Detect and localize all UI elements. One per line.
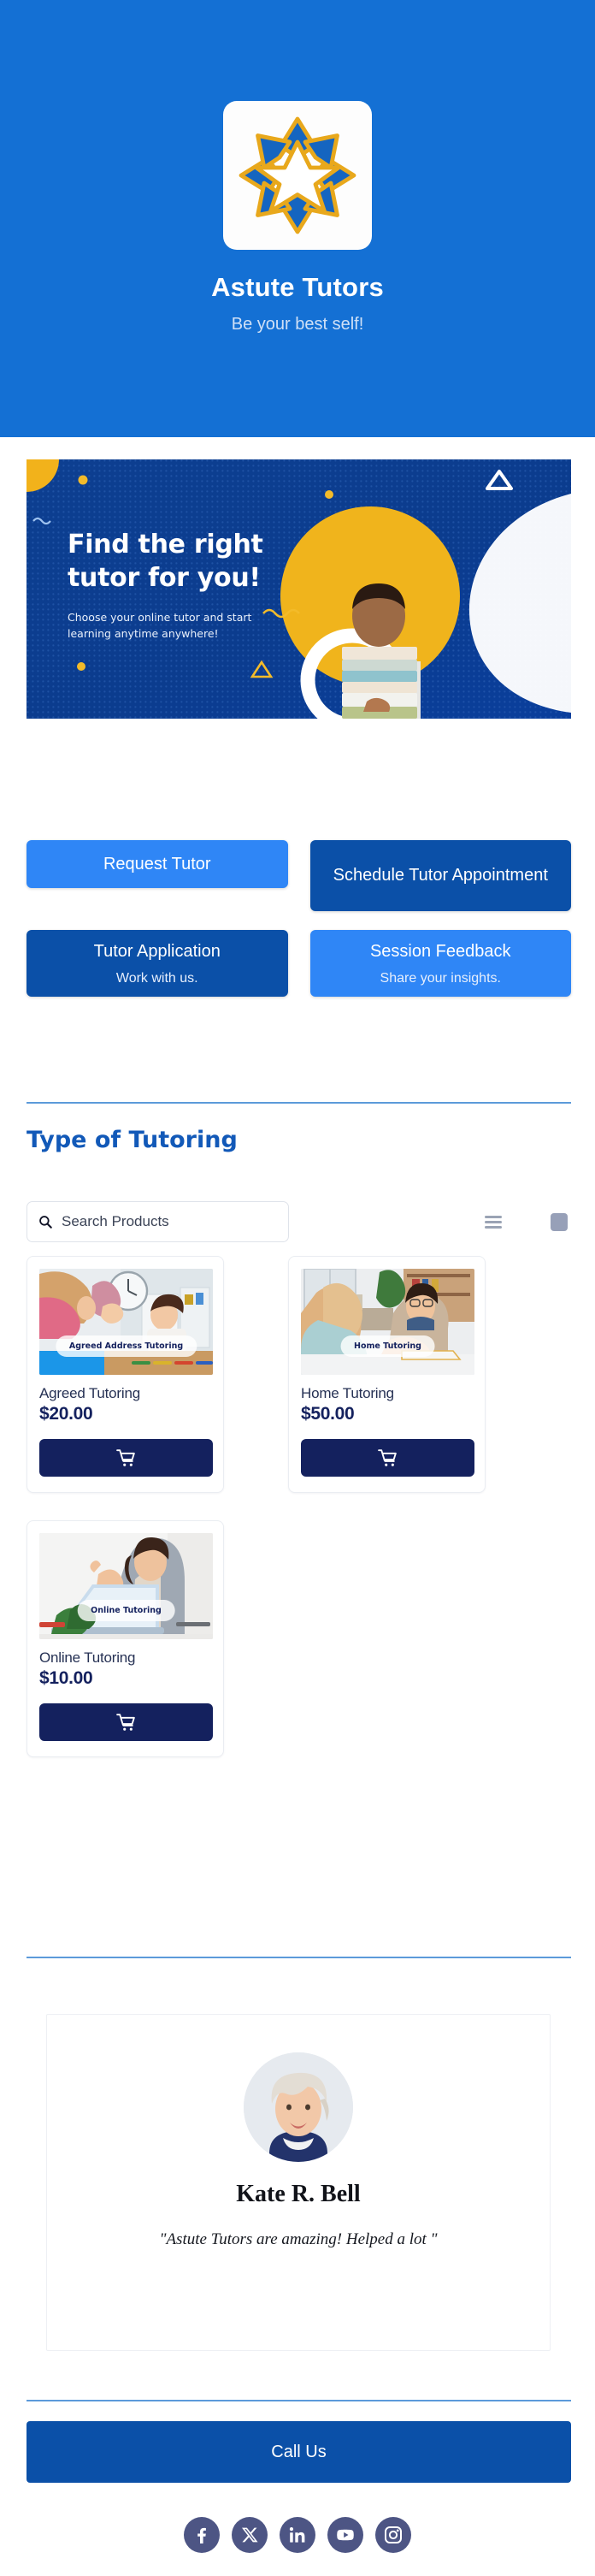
view-toggle-group [485, 1212, 571, 1231]
product-name: Agreed Tutoring [39, 1385, 140, 1401]
product-price: $20.00 [39, 1404, 93, 1424]
product-image-badge: Agreed Address Tutoring [55, 1335, 197, 1357]
user-avatar-photo [244, 2052, 353, 2162]
instagram-icon [385, 2526, 402, 2543]
product-image: Online Tutoring [39, 1533, 213, 1639]
agreed-address-tutoring-photo [39, 1269, 213, 1375]
facebook-icon [197, 2527, 206, 2543]
facebook-link[interactable] [184, 2517, 220, 2553]
request-tutor-label: Request Tutor [103, 854, 211, 873]
product-card[interactable]: Home Tutoring Home Tutoring $50.00 [288, 1256, 486, 1493]
testimonial-card: Kate R. Bell "Astute Tutors are amazing!… [46, 2014, 551, 2351]
request-tutor-button[interactable]: Request Tutor [27, 840, 288, 888]
search-box[interactable] [27, 1201, 289, 1242]
product-price: $50.00 [301, 1404, 355, 1424]
single-view-icon[interactable] [551, 1212, 568, 1231]
tutor-application-sublabel: Work with us. [115, 970, 198, 986]
hero-subtitle-line2: learning anytime anywhere! [68, 626, 219, 640]
mobile-app-page: Astute Tutors Be your best self! Find th… [0, 0, 595, 2576]
eight-point-star-logo-icon [239, 116, 356, 234]
instagram-link[interactable] [375, 2517, 411, 2553]
add-to-cart-button[interactable] [301, 1439, 474, 1477]
session-feedback-button[interactable]: Session Feedback Share your insights. [309, 930, 571, 997]
shopping-cart-icon [378, 1448, 397, 1466]
avatar [244, 2052, 353, 2162]
hero-title-line1: Find the right [68, 530, 263, 560]
grid-view-icon[interactable] [518, 1214, 534, 1230]
schedule-tutor-appointment-button[interactable]: Schedule Tutor Appointment [309, 840, 571, 911]
hero-text-block: Find the right tutor for you! Choose you… [68, 528, 324, 643]
divider-bottom [27, 2400, 571, 2401]
search-input[interactable] [62, 1213, 278, 1230]
product-image-badge: Online Tutoring [77, 1600, 175, 1621]
hero-banner[interactable]: Find the right tutor for you! Choose you… [27, 459, 571, 719]
product-image: Agreed Address Tutoring [39, 1269, 213, 1375]
list-view-icon[interactable] [485, 1215, 502, 1229]
app-title: Astute Tutors [211, 272, 384, 302]
x-twitter-icon [242, 2527, 258, 2543]
divider-middle [27, 1957, 571, 1958]
hero-title-line2: tutor for you! [68, 563, 261, 593]
session-feedback-label: Session Feedback [369, 941, 511, 961]
youtube-icon [337, 2529, 354, 2541]
search-and-view-row [27, 1201, 571, 1242]
x-twitter-link[interactable] [232, 2517, 268, 2553]
product-image: Home Tutoring [301, 1269, 474, 1375]
product-image-badge: Home Tutoring [340, 1335, 435, 1357]
product-name: Online Tutoring [39, 1649, 136, 1666]
add-to-cart-button[interactable] [39, 1703, 213, 1741]
product-grid: Agreed Address Tutoring Agreed Tutoring … [27, 1256, 571, 1757]
social-links [0, 2505, 595, 2565]
testimonial-author-name: Kate R. Bell [236, 2181, 361, 2207]
linkedin-link[interactable] [280, 2517, 315, 2553]
search-icon [39, 1216, 52, 1229]
hero-subtitle-line1: Choose your online tutor and start [68, 611, 252, 624]
shopping-cart-icon [116, 1448, 135, 1466]
section-title-type-of-tutoring: Type of Tutoring [27, 1127, 238, 1153]
product-price: $10.00 [39, 1668, 93, 1688]
home-tutoring-photo [301, 1269, 474, 1375]
online-tutoring-photo [39, 1533, 213, 1639]
quick-action-grid: Request Tutor Schedule Tutor Appointment… [27, 840, 571, 997]
tutor-application-button[interactable]: Tutor Application Work with us. [27, 930, 288, 997]
divider-top [27, 1102, 571, 1104]
testimonial-quote: "Astute Tutors are amazing! Helped a lot… [159, 2230, 438, 2248]
schedule-tutor-appointment-label: Schedule Tutor Appointment [333, 866, 548, 885]
product-name: Home Tutoring [301, 1385, 394, 1401]
product-card[interactable]: Agreed Address Tutoring Agreed Tutoring … [27, 1256, 224, 1493]
add-to-cart-button[interactable] [39, 1439, 213, 1477]
app-logo-tile [223, 101, 372, 250]
call-us-button[interactable]: Call Us [27, 2421, 571, 2483]
youtube-link[interactable] [327, 2517, 363, 2553]
product-card[interactable]: Online Tutoring Online Tutoring $10.00 [27, 1520, 224, 1757]
linkedin-icon [289, 2527, 305, 2543]
app-header: Astute Tutors Be your best self! [0, 0, 595, 437]
session-feedback-sublabel: Share your insights. [380, 970, 501, 986]
app-tagline: Be your best self! [231, 315, 364, 334]
tutor-application-label: Tutor Application [93, 941, 221, 961]
shopping-cart-icon [116, 1713, 135, 1731]
